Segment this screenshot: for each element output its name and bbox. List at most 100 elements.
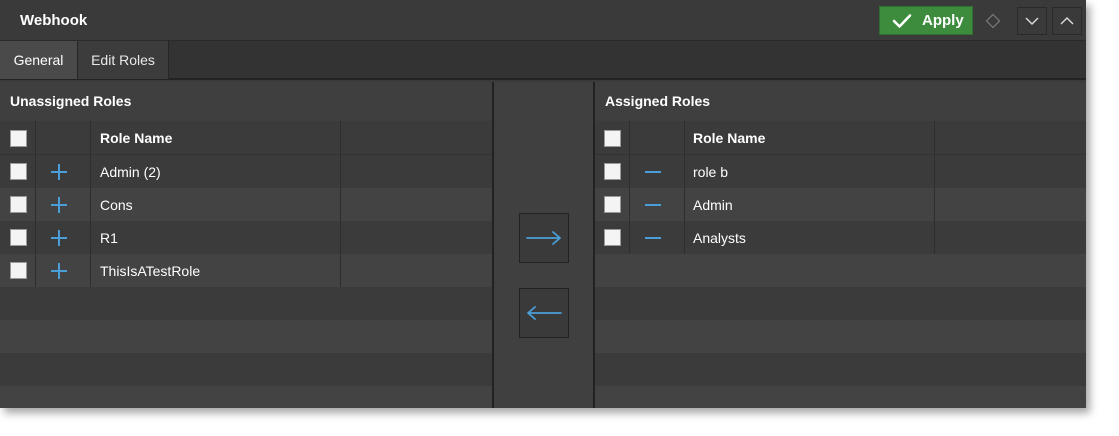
column-divider: [35, 221, 36, 254]
plus-icon: [51, 230, 67, 246]
tab-edit-roles[interactable]: Edit Roles: [78, 41, 169, 79]
column-divider: [340, 121, 341, 154]
column-divider: [35, 155, 36, 188]
assigned-roles-grid: Role Name role b Admin Analysts: [595, 121, 1086, 408]
column-divider: [684, 155, 685, 188]
unassigned-roles-grid: Role Name Admin (2) Cons R1 ThisIsATestR…: [0, 121, 492, 408]
column-divider: [90, 221, 91, 254]
column-divider: [684, 188, 685, 221]
title-bar: Webhook Apply: [0, 0, 1086, 41]
assigned-roles-pane: Assigned Roles Role Name role b Admin An…: [595, 82, 1086, 408]
plus-icon: [51, 164, 67, 180]
grid-header: Role Name: [0, 121, 492, 155]
column-divider: [934, 188, 935, 221]
table-row[interactable]: Cons: [0, 188, 492, 221]
column-divider: [35, 254, 36, 287]
column-divider: [340, 221, 341, 254]
column-divider: [629, 155, 630, 188]
empty-row: [595, 386, 1086, 408]
check-icon: [892, 13, 912, 28]
column-divider: [90, 121, 91, 154]
role-name: Admin (2): [100, 164, 161, 180]
column-divider: [90, 254, 91, 287]
row-checkbox[interactable]: [604, 163, 621, 180]
add-role-button[interactable]: [48, 195, 70, 215]
role-name: Cons: [100, 197, 133, 213]
table-row[interactable]: Analysts: [595, 221, 1086, 254]
chevron-down-icon: [1025, 17, 1039, 25]
column-divider: [35, 188, 36, 221]
row-checkbox[interactable]: [10, 163, 27, 180]
tab-bar: General Edit Roles: [0, 41, 1086, 80]
role-name: Analysts: [693, 230, 746, 246]
row-checkbox[interactable]: [10, 262, 27, 279]
row-checkbox[interactable]: [10, 196, 27, 213]
grid-header: Role Name: [595, 121, 1086, 155]
empty-row: [595, 320, 1086, 353]
empty-row: [595, 353, 1086, 386]
role-name-header[interactable]: Role Name: [693, 130, 765, 146]
collapse-button[interactable]: [1017, 7, 1047, 35]
tab-general[interactable]: General: [0, 41, 78, 79]
minus-icon: [645, 204, 661, 206]
column-divider: [934, 121, 935, 154]
column-divider: [90, 155, 91, 188]
arrow-left-icon: [527, 306, 562, 320]
empty-row: [595, 254, 1086, 287]
page-title: Webhook: [20, 12, 88, 29]
row-checkbox[interactable]: [10, 229, 27, 246]
unassign-roles-button[interactable]: [519, 288, 569, 338]
empty-row: [0, 386, 492, 408]
webhook-panel: Webhook Apply General Edit Roles Unassig…: [0, 0, 1086, 408]
plus-icon: [51, 263, 67, 279]
remove-role-button[interactable]: [642, 162, 664, 182]
column-divider: [629, 121, 630, 154]
assigned-roles-title: Assigned Roles: [605, 93, 711, 109]
table-row[interactable]: Admin: [595, 188, 1086, 221]
column-divider: [684, 221, 685, 254]
empty-row: [0, 287, 492, 320]
role-name: ThisIsATestRole: [100, 263, 201, 279]
arrow-right-icon: [526, 231, 561, 245]
table-row[interactable]: Admin (2): [0, 155, 492, 188]
add-role-button[interactable]: [48, 162, 70, 182]
unassigned-roles-title: Unassigned Roles: [10, 93, 132, 109]
add-role-button[interactable]: [48, 261, 70, 281]
table-row[interactable]: role b: [595, 155, 1086, 188]
role-name-header[interactable]: Role Name: [100, 130, 172, 146]
minus-icon: [645, 237, 661, 239]
table-row[interactable]: ThisIsATestRole: [0, 254, 492, 287]
transfer-pane: [492, 82, 595, 408]
diamond-button[interactable]: [978, 7, 1008, 35]
column-divider: [934, 155, 935, 188]
column-divider: [340, 155, 341, 188]
role-name: Admin: [693, 197, 733, 213]
chevron-up-icon: [1060, 17, 1074, 25]
column-divider: [629, 188, 630, 221]
row-checkbox[interactable]: [604, 229, 621, 246]
empty-row: [0, 353, 492, 386]
unassigned-roles-pane: Unassigned Roles Role Name Admin (2) Con…: [0, 82, 492, 408]
row-checkbox[interactable]: [604, 196, 621, 213]
column-divider: [629, 221, 630, 254]
plus-icon: [51, 197, 67, 213]
select-all-checkbox[interactable]: [10, 130, 27, 147]
column-divider: [35, 121, 36, 154]
column-divider: [934, 221, 935, 254]
role-name: R1: [100, 230, 118, 246]
role-name: role b: [693, 164, 729, 180]
empty-row: [595, 287, 1086, 320]
column-divider: [684, 121, 685, 154]
empty-row: [0, 320, 492, 353]
assign-roles-button[interactable]: [519, 213, 569, 263]
add-role-button[interactable]: [48, 228, 70, 248]
table-row[interactable]: R1: [0, 221, 492, 254]
remove-role-button[interactable]: [642, 195, 664, 215]
column-divider: [90, 188, 91, 221]
apply-button[interactable]: Apply: [879, 6, 973, 35]
remove-role-button[interactable]: [642, 228, 664, 248]
expand-button[interactable]: [1052, 7, 1082, 35]
select-all-checkbox[interactable]: [604, 130, 621, 147]
minus-icon: [645, 171, 661, 173]
column-divider: [340, 254, 341, 287]
